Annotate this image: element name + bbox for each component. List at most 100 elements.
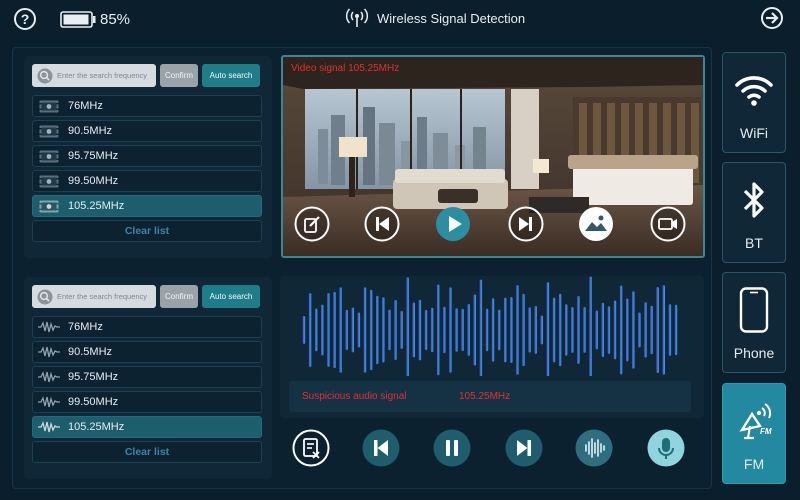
video-signal-label: Video signal 105.25MHz [291, 63, 400, 74]
search-input[interactable] [57, 292, 153, 301]
frequency-label: 99.50MHz [68, 175, 119, 187]
audio-alert-label: Suspicious audio signal [302, 391, 407, 402]
tab-wifi[interactable]: WiFi [722, 52, 786, 153]
record-video-button[interactable] [650, 206, 686, 242]
frequency-list: 76MHz 90.5MHz 95.75MHz 99.50MHz 105.25MH… [32, 316, 262, 463]
waveform-bar [601, 302, 604, 358]
waveform-bar [327, 293, 330, 367]
waveform-button[interactable] [575, 429, 613, 467]
auto-search-button[interactable]: Auto search [202, 64, 260, 87]
audio-waveform-icon [38, 420, 60, 434]
microphone-button[interactable] [647, 429, 685, 467]
tab-fm[interactable]: FM FM [722, 383, 786, 484]
waveform-bar [668, 304, 672, 356]
search-input[interactable] [57, 71, 153, 80]
waveform-bar [345, 309, 348, 351]
waveform-bar [632, 291, 635, 369]
frequency-item[interactable]: 95.75MHz [32, 366, 262, 388]
search-box[interactable] [32, 285, 156, 308]
play-button[interactable] [435, 206, 471, 242]
frequency-list: 76MHz 90.5MHz 95.75MHz 99.50MHz 105.25MH… [32, 95, 262, 242]
clear-list-button[interactable]: Clear list [32, 220, 262, 242]
waveform-bar [437, 284, 440, 376]
frequency-item[interactable]: 76MHz [32, 316, 262, 338]
pause-button[interactable] [433, 429, 471, 467]
search-box[interactable] [32, 64, 156, 87]
clear-log-button[interactable] [292, 429, 330, 467]
pause-icon [433, 429, 471, 467]
waveform-bar [528, 307, 531, 353]
waveform-bar [613, 300, 617, 360]
audio-waveform-icon [38, 370, 60, 384]
auto-search-button[interactable]: Auto search [202, 285, 260, 308]
waveform-bar [589, 276, 592, 376]
edit-button[interactable] [294, 206, 330, 242]
waveform-bar [388, 309, 391, 351]
next-button[interactable] [505, 429, 543, 467]
waveform-bar [510, 297, 513, 363]
confirm-button[interactable]: Confirm [160, 285, 198, 308]
waveform-bar [412, 302, 415, 358]
waveform-bar [376, 295, 379, 365]
waveform-bar [321, 304, 324, 356]
frequency-item[interactable]: 99.50MHz [32, 391, 262, 413]
tab-label: FM [743, 456, 765, 472]
frequency-item-selected[interactable]: 105.25MHz [32, 195, 262, 217]
video-frequency-panel: Confirm Auto search 76MHz 90.5MHz 95.75M… [24, 56, 272, 258]
waveform-bar [363, 287, 367, 373]
video-signal-icon [38, 174, 60, 188]
video-signal-icon [38, 99, 60, 113]
waveform-bar [504, 297, 507, 363]
audio-frequency-panel: Confirm Auto search 76MHz 90.5MHz 95.75M… [24, 277, 272, 479]
waveform-icon [575, 429, 613, 467]
waveform-bar [333, 291, 336, 369]
tab-label: BT [745, 235, 763, 251]
tab-label: WiFi [740, 125, 768, 141]
search-icon [36, 67, 53, 84]
frequency-item[interactable]: 90.5MHz [32, 341, 262, 363]
frequency-item[interactable]: 90.5MHz [32, 120, 262, 142]
next-button[interactable] [508, 206, 544, 242]
frequency-item[interactable]: 76MHz [32, 95, 262, 117]
frequency-label: 95.75MHz [68, 371, 119, 383]
frequency-item[interactable]: 95.75MHz [32, 145, 262, 167]
search-icon [36, 288, 53, 305]
help-button[interactable]: ? [14, 8, 36, 30]
frequency-label: 105.25MHz [68, 421, 125, 433]
image-button[interactable] [578, 206, 614, 242]
video-preview[interactable]: Video signal 105.25MHz [281, 55, 705, 258]
frequency-item[interactable]: 99.50MHz [32, 170, 262, 192]
top-bar: ? 85% Wireless Signal Detection [0, 0, 800, 38]
tab-bluetooth[interactable]: BT [722, 162, 786, 263]
waveform-bar [351, 307, 354, 353]
clear-list-button[interactable]: Clear list [32, 441, 262, 463]
waveform-bar [619, 285, 623, 375]
waveform-bar [595, 310, 598, 350]
waveform-bar [430, 307, 434, 353]
waveform-bar [650, 305, 653, 355]
previous-button[interactable] [364, 206, 400, 242]
waveform-bar [473, 294, 476, 366]
battery-icon [60, 11, 96, 28]
waveform-bar [461, 308, 464, 352]
play-icon [436, 207, 470, 241]
waveform-bar [485, 308, 489, 352]
waveform-bar [497, 309, 501, 351]
waveform-bar [302, 316, 306, 344]
waveform-bar [467, 304, 470, 356]
tab-phone[interactable]: Phone [722, 272, 786, 373]
previous-button[interactable] [362, 429, 400, 467]
waveform-bar [558, 293, 562, 367]
next-icon [508, 206, 544, 242]
waveform-bar [394, 300, 397, 361]
exit-button[interactable] [761, 7, 783, 29]
app-title: Wireless Signal Detection [377, 10, 526, 26]
audio-waveform-icon [38, 345, 60, 359]
svg-text:FM: FM [760, 427, 772, 436]
confirm-button[interactable]: Confirm [160, 64, 198, 87]
waveform-bar [565, 304, 568, 356]
waveform-bar [455, 308, 458, 352]
frequency-label: 90.5MHz [68, 346, 113, 358]
previous-icon [362, 429, 400, 467]
frequency-item-selected[interactable]: 105.25MHz [32, 416, 262, 438]
